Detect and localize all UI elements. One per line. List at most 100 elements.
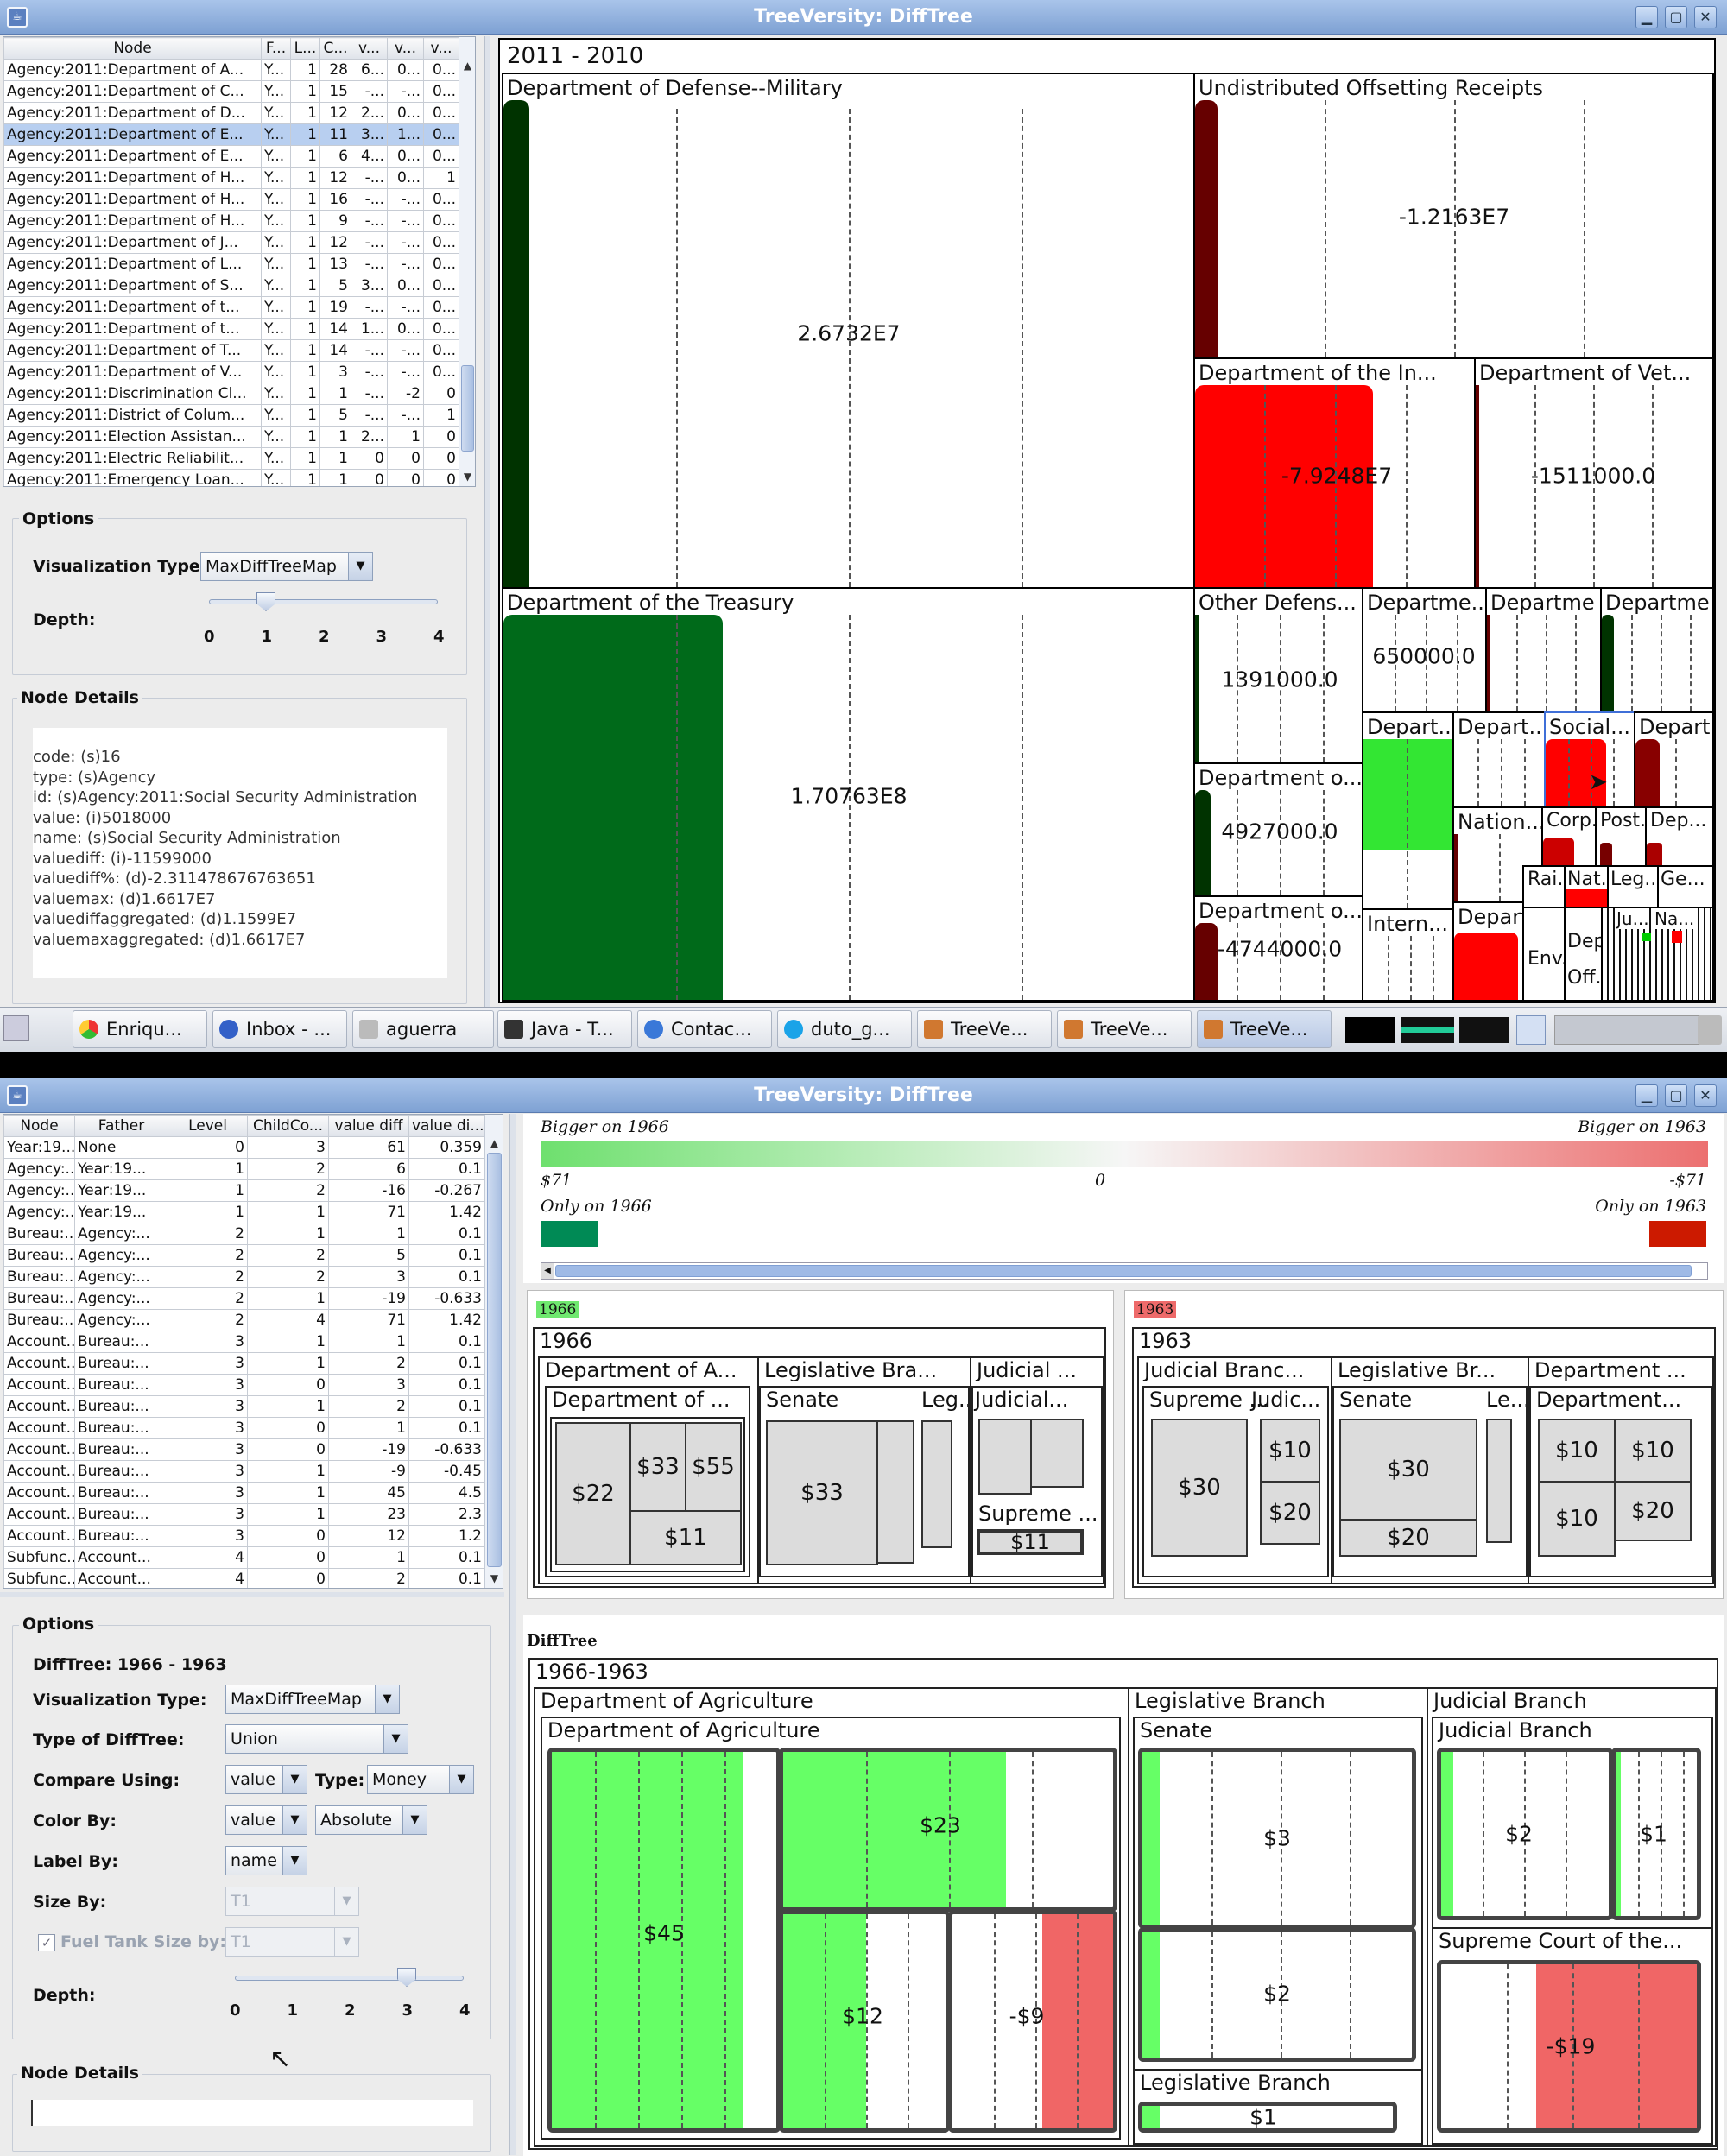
table-row[interactable]: Account... Bureau:... 3 1 2 0.1 bbox=[3, 1395, 485, 1418]
show-desktop-icon[interactable] bbox=[3, 1015, 29, 1041]
table-row[interactable]: Agency:2011:Department of A... Y... 1 28 6..… bbox=[3, 59, 459, 81]
node-dept-b[interactable]: Departme bbox=[1485, 587, 1602, 713]
table-row[interactable]: Bureau:... Agency:... 2 1 1 0.1 bbox=[3, 1223, 485, 1245]
table-row[interactable]: Agency:2011:Department of t... Y... 1 14 1..… bbox=[3, 318, 459, 340]
fuel-tank-checkbox[interactable]: ✓ bbox=[38, 1934, 55, 1951]
cell-blank[interactable] bbox=[921, 1420, 952, 1548]
cell-value[interactable]: $30 bbox=[1151, 1419, 1248, 1557]
cell-value[interactable]: $11 bbox=[977, 1529, 1084, 1555]
node-leg[interactable]: Leg... bbox=[1607, 865, 1659, 908]
difftree-map[interactable]: 1966-1963 Department of Agriculture Depa… bbox=[528, 1658, 1718, 2150]
color-mode-select[interactable]: Absolute ▼ bbox=[315, 1805, 427, 1835]
cell-value[interactable]: $11 bbox=[629, 1510, 742, 1565]
diff-cell-45[interactable]: $45 bbox=[547, 1748, 781, 2133]
node-ge[interactable]: Ge... bbox=[1657, 865, 1714, 908]
node-dept-inner-1963[interactable]: Department... $10 $10 $10 $20 bbox=[1529, 1386, 1712, 1577]
diff-node-senate[interactable]: Senate $3 $2 bbox=[1133, 1717, 1423, 2071]
node-dep-2[interactable]: Dep... Off... bbox=[1564, 907, 1603, 1002]
table-row[interactable]: Agency:2011:Emergency Loan... Y... 1 1 0 0 0 bbox=[3, 469, 459, 486]
cell-value[interactable]: $20 bbox=[1260, 1481, 1320, 1545]
node-interior[interactable]: Department of the In... -7.9248E7 bbox=[1193, 357, 1476, 589]
close-icon[interactable]: ✕ bbox=[1694, 6, 1717, 28]
diff-node-supreme[interactable]: Supreme Court of the... -$19 bbox=[1432, 1927, 1713, 2145]
table-row[interactable]: Agency:2011:District of Colum... Y... 1 5 -.… bbox=[3, 404, 459, 427]
scroll-left-icon[interactable]: ◀ bbox=[541, 1263, 554, 1279]
table-row[interactable]: Account... Bureau:... 3 1 -9 -0.45 bbox=[3, 1460, 485, 1483]
table-row[interactable]: Agency:2011:Department of t... Y... 1 19 -..… bbox=[3, 296, 459, 319]
table-row[interactable]: Account... Bureau:... 3 0 1 0.1 bbox=[3, 1417, 485, 1439]
diff-node-judicial[interactable]: Judicial Branch Judicial Branch $2 $1 Su… bbox=[1427, 1687, 1717, 2147]
cell-blank[interactable] bbox=[1486, 1419, 1512, 1543]
node-depart-2[interactable]: Depart... bbox=[1452, 711, 1546, 808]
diff-cell-23[interactable]: $23 bbox=[779, 1748, 1117, 1912]
node-senate-1963[interactable]: Senate Le... $30 $20 bbox=[1332, 1386, 1528, 1577]
fuel-tank-select[interactable]: T1 ▼ bbox=[225, 1927, 359, 1957]
diff-node-agriculture[interactable]: Department of Agriculture Department of … bbox=[534, 1687, 1129, 2147]
node-dept-1963[interactable]: Department ... Department... $10 $10 $10… bbox=[1528, 1356, 1714, 1584]
diff-cell-2[interactable]: $2 bbox=[1138, 1927, 1416, 2062]
table-row[interactable]: Account... Bureau:... 3 0 -19 -0.633 bbox=[3, 1438, 485, 1461]
node-legis-1966[interactable]: Legislative Bra... Senate Leg... $33 bbox=[757, 1356, 971, 1584]
node-dept-a[interactable]: Departme... 650000.0 bbox=[1362, 587, 1487, 713]
table-row[interactable]: Year:19... None 0 3 61 0.359 bbox=[3, 1136, 485, 1159]
taskbar-item[interactable]: Contac... bbox=[637, 1010, 772, 1048]
taskbar-item[interactable]: Inbox - ... bbox=[212, 1010, 347, 1048]
diff-node-agriculture-inner[interactable]: Department of Agriculture $45 $23 $12 -$… bbox=[541, 1717, 1121, 2140]
compare-select[interactable]: value ▼ bbox=[225, 1765, 307, 1794]
table-row[interactable]: Account... Bureau:... 3 1 1 0.1 bbox=[3, 1331, 485, 1353]
table-row[interactable]: Account... Bureau:... 3 0 3 0.1 bbox=[3, 1374, 485, 1396]
table-row[interactable]: Bureau:... Agency:... 2 2 5 0.1 bbox=[3, 1244, 485, 1267]
cell-blank[interactable] bbox=[1030, 1419, 1084, 1488]
table-row[interactable]: Agency:2011:Department of T... Y... 1 14 -..… bbox=[3, 339, 459, 362]
diff-cell-3[interactable]: $3 bbox=[1138, 1748, 1416, 1929]
money-type-select[interactable]: Money ▼ bbox=[367, 1765, 474, 1794]
table-row[interactable]: Agency:2011:Department of J... Y... 1 12 -..… bbox=[3, 231, 459, 254]
node-depart-3[interactable]: Depart bbox=[1634, 711, 1714, 808]
legend-scrollbar[interactable]: ◀ bbox=[541, 1262, 1708, 1280]
trash-icon[interactable] bbox=[1698, 1015, 1722, 1045]
taskbar-item[interactable]: duto_g... bbox=[777, 1010, 912, 1048]
table-row[interactable]: Agency:2011:Department of S... Y... 1 5 3...… bbox=[3, 275, 459, 297]
table-row[interactable]: Bureau:... Agency:... 2 2 3 0.1 bbox=[3, 1266, 485, 1288]
table-row[interactable]: Bureau:... Agency:... 2 1 -19 -0.633 bbox=[3, 1287, 485, 1310]
scroll-thumb[interactable] bbox=[461, 365, 474, 452]
cell-value[interactable]: $55 bbox=[685, 1422, 742, 1512]
table-row[interactable]: Subfunc... Account... 4 0 1 0.1 bbox=[3, 1546, 485, 1569]
tree-1966[interactable]: 1966 Department of A... Department of ..… bbox=[533, 1327, 1106, 1588]
column-header[interactable]: v... bbox=[351, 37, 388, 60]
difftree-type-select[interactable]: Union ▼ bbox=[225, 1724, 408, 1754]
vis-type-select[interactable]: MaxDiffTreeMap ▼ bbox=[225, 1685, 400, 1714]
node-agri-inner[interactable]: Department of ... $22 $33 $55 $11 bbox=[545, 1386, 750, 1577]
diff-node-judicial-inner[interactable]: Judicial Branch $2 $1 bbox=[1432, 1717, 1713, 1929]
minimize-icon[interactable]: ▁ bbox=[1635, 6, 1658, 28]
cell-value[interactable]: $33 bbox=[766, 1420, 878, 1565]
column-header[interactable]: ChildCo... bbox=[247, 1115, 329, 1137]
column-header[interactable]: value diff bbox=[328, 1115, 409, 1137]
diff-node-legislative[interactable]: Legislative Branch Senate $3 $2 Legislat… bbox=[1128, 1687, 1428, 2147]
column-header[interactable]: Node bbox=[3, 1115, 75, 1137]
depth-slider[interactable] bbox=[235, 1976, 464, 1981]
taskbar-item[interactable]: TreeVe... bbox=[1057, 1010, 1192, 1048]
workspace-pager[interactable] bbox=[1554, 1015, 1701, 1045]
cell-value[interactable]: $30 bbox=[1339, 1419, 1477, 1521]
diff-cell-j1[interactable]: $1 bbox=[1611, 1748, 1701, 1920]
top-node-table[interactable]: Node F... L... C... v... v... v... Agency:2011… bbox=[3, 36, 476, 487]
cell-blank[interactable] bbox=[978, 1419, 1032, 1495]
node-dep[interactable]: Dep... bbox=[1645, 806, 1714, 867]
node-details-field[interactable] bbox=[31, 2100, 473, 2126]
table-row[interactable]: Agency:2011:Department of E... Y... 1 11 3..… bbox=[3, 123, 459, 146]
maximize-icon[interactable]: ▢ bbox=[1665, 1084, 1687, 1107]
cell-value[interactable]: $10 bbox=[1538, 1481, 1616, 1557]
column-header[interactable]: C... bbox=[319, 37, 351, 60]
cell-value[interactable]: $10 bbox=[1614, 1419, 1692, 1483]
node-defense[interactable]: Department of Defense--Military 2.6732E7 bbox=[502, 73, 1195, 589]
tree-1963[interactable]: 1963 Judicial Branc... Supreme ... Judic… bbox=[1132, 1327, 1716, 1588]
scroll-up-icon[interactable]: ▲ bbox=[485, 1134, 503, 1153]
node-supreme-1963[interactable]: Supreme ... Judic... $30 $10 $20 bbox=[1142, 1386, 1329, 1577]
node-social-security[interactable]: Social... ➤ bbox=[1544, 711, 1635, 808]
table-row[interactable]: Agency:2011:Department of H... Y... 1 16 -..… bbox=[3, 188, 459, 211]
node-judicial-1966[interactable]: Judicial ... Judicial... Supreme ... $11 bbox=[970, 1356, 1104, 1584]
depth-slider[interactable] bbox=[209, 599, 438, 604]
split-divider[interactable] bbox=[509, 1114, 516, 2155]
table-row[interactable]: Account... Bureau:... 3 0 12 1.2 bbox=[3, 1525, 485, 1547]
